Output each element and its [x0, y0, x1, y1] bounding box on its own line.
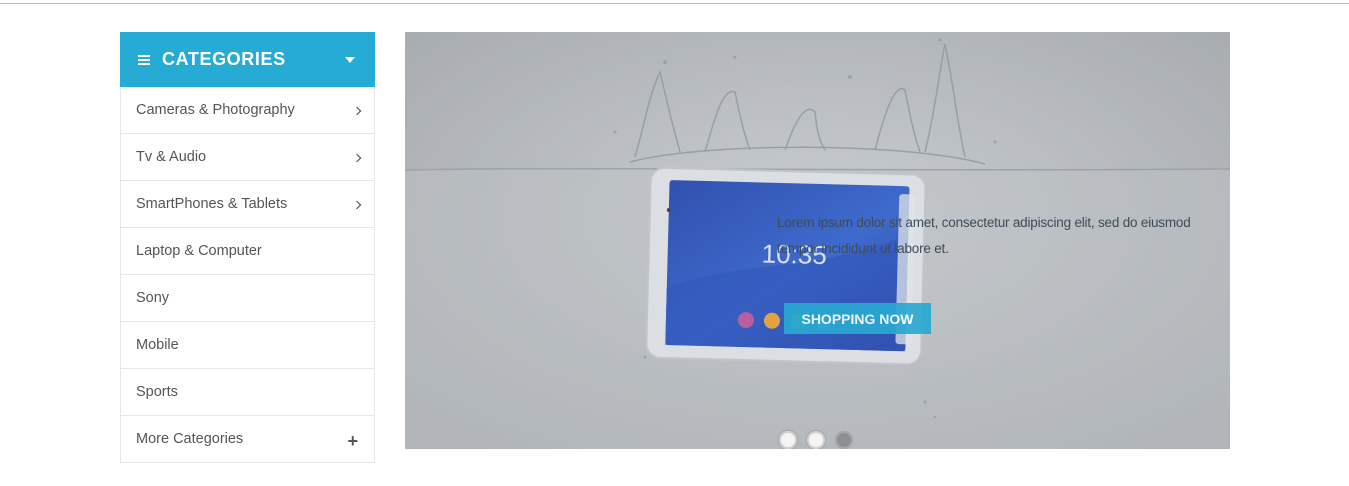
categories-title: CATEGORIES: [162, 49, 286, 69]
category-sony[interactable]: Sony: [121, 275, 374, 322]
category-mobile[interactable]: Mobile: [121, 322, 374, 369]
slide-dot-1[interactable]: [779, 431, 797, 449]
category-laptop-computer[interactable]: Laptop & Computer: [121, 228, 374, 275]
category-label: Cameras & Photography: [136, 102, 295, 118]
chevron-right-icon: [352, 200, 362, 210]
category-label: Mobile: [136, 337, 179, 353]
caret-down-icon[interactable]: [345, 57, 355, 63]
slide-caption: Lorem ipsum dolor sit amet, consectetur …: [777, 215, 1191, 256]
category-label: Laptop & Computer: [136, 243, 262, 259]
hero-slider[interactable]: 10:35 Lorem ipsum dolor sit amet, consec…: [405, 32, 1230, 449]
categories-menu: CATEGORIES Cameras & Photography Tv & Au…: [120, 32, 375, 463]
categories-list: Cameras & Photography Tv & Audio SmartPh…: [120, 87, 375, 463]
plus-icon: +: [347, 431, 358, 451]
category-sports[interactable]: Sports: [121, 369, 374, 416]
category-tv-audio[interactable]: Tv & Audio: [121, 134, 374, 181]
category-cameras-photography[interactable]: Cameras & Photography: [121, 87, 374, 134]
category-label: Tv & Audio: [136, 149, 207, 165]
category-label: Sony: [136, 290, 170, 306]
menu-icon: [138, 54, 150, 65]
category-label: Sports: [136, 384, 178, 400]
shopping-now-button[interactable]: SHOPPING NOW: [784, 303, 931, 334]
category-label: SmartPhones & Tablets: [136, 196, 288, 212]
category-smartphones-tablets[interactable]: SmartPhones & Tablets: [121, 181, 374, 228]
slide-dot-3[interactable]: [835, 431, 853, 449]
chevron-right-icon: [352, 153, 362, 163]
more-categories-label: More Categories: [136, 431, 244, 447]
more-categories-toggle[interactable]: More Categories +: [121, 416, 374, 463]
slide-dot-2[interactable]: [807, 431, 825, 449]
top-divider: [0, 3, 1349, 4]
categories-header[interactable]: CATEGORIES: [120, 32, 375, 87]
chevron-right-icon: [352, 106, 362, 116]
slider-pagination: [779, 431, 853, 449]
